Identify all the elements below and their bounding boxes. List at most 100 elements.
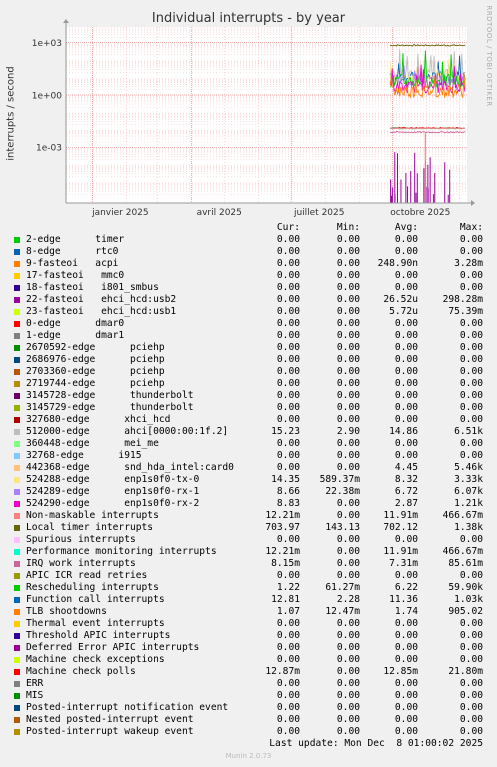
legend-cur: 0.00 — [276, 450, 300, 461]
legend-swatch — [14, 357, 20, 363]
legend-min: 0.00 — [336, 306, 360, 317]
legend-swatch — [14, 657, 20, 663]
legend-max: 0.00 — [459, 438, 483, 449]
legend: Cur: Min: Avg: Max: 2-edge timer 0.00 0.00… — [0, 222, 497, 738]
legend-max: 3.28m — [454, 258, 483, 269]
legend-max: 0.00 — [459, 282, 483, 293]
legend-swatch — [14, 561, 20, 567]
legend-avg: 6.22 — [394, 582, 418, 593]
legend-max: 466.67m — [442, 546, 483, 557]
legend-row: Performance monitoring interrupts 12.21m 0… — [0, 546, 497, 558]
legend-max: 0.00 — [459, 414, 483, 425]
legend-min: 0.00 — [336, 702, 360, 713]
legend-row: 360448-edge mei_me 0.00 0.00 0.00 0.00 — [0, 438, 497, 450]
legend-avg: 12.85m — [383, 666, 418, 677]
header-max: Max: — [459, 222, 483, 233]
legend-row: 22-fasteoi ehci_hcd:usb2 0.00 0.00 26.52u 29… — [0, 294, 497, 306]
last-update: Last update: Mon Dec 8 01:00:02 2025 — [269, 738, 483, 749]
y-axis-label: interrupts / second — [5, 66, 17, 161]
legend-avg: 1.74 — [394, 606, 418, 617]
legend-avg: 0.00 — [394, 414, 418, 425]
legend-swatch — [14, 405, 20, 411]
legend-swatch — [14, 705, 20, 711]
legend-row: APIC ICR read retries 0.00 0.00 0.00 0.00 — [0, 570, 497, 582]
legend-max: 0.00 — [459, 342, 483, 353]
legend-row: Thermal event interrupts 0.00 0.00 0.00 0.00 — [0, 618, 497, 630]
legend-swatch — [14, 549, 20, 555]
legend-swatch — [14, 645, 20, 651]
legend-max: 6.07k — [454, 486, 483, 497]
legend-swatch — [14, 513, 20, 519]
legend-series-name: Deferred Error APIC interrupts — [26, 642, 200, 653]
legend-cur: 0.00 — [276, 330, 300, 341]
legend-avg: 0.00 — [394, 342, 418, 353]
legend-avg: 0.00 — [394, 270, 418, 281]
legend-cur: 0.00 — [276, 462, 300, 473]
legend-max: 0.00 — [459, 390, 483, 401]
legend-row: 8-edge rtc0 0.00 0.00 0.00 0.00 — [0, 246, 497, 258]
legend-series-name: 524288-edge enp1s0f0-tx-0 — [26, 474, 200, 485]
legend-avg: 0.00 — [394, 246, 418, 257]
legend-avg: 0.00 — [394, 438, 418, 449]
legend-cur: 0.00 — [276, 570, 300, 581]
legend-swatch — [14, 321, 20, 327]
legend-max: 0.00 — [459, 330, 483, 341]
legend-swatch — [14, 465, 20, 471]
legend-swatch — [14, 717, 20, 723]
legend-row: 9-fasteoi acpi 0.00 0.00 248.90n 3.28m — [0, 258, 497, 270]
legend-series-name: 18-fasteoi i801_smbus — [26, 282, 159, 293]
legend-min: 0.00 — [336, 402, 360, 413]
legend-row: Machine check polls 12.87m 0.00 12.85m 21.80… — [0, 666, 497, 678]
legend-series-name: Thermal event interrupts — [26, 618, 165, 629]
legend-swatch — [14, 537, 20, 543]
legend-avg: 0.00 — [394, 618, 418, 629]
legend-max: 1.21k — [454, 498, 483, 509]
legend-max: 0.00 — [459, 402, 483, 413]
legend-avg: 0.00 — [394, 654, 418, 665]
legend-max: 0.00 — [459, 234, 483, 245]
legend-min: 0.00 — [336, 246, 360, 257]
legend-cur: 0.00 — [276, 258, 300, 269]
legend-row: 3145728-edge thunderbolt 0.00 0.00 0.00 0.00 — [0, 390, 497, 402]
legend-cur: 0.00 — [276, 678, 300, 689]
legend-swatch — [14, 309, 20, 315]
legend-series-name: 1-edge dmar1 — [26, 330, 125, 341]
legend-swatch — [14, 429, 20, 435]
legend-swatch — [14, 249, 20, 255]
legend-avg: 0.00 — [394, 714, 418, 725]
legend-cur: 0.00 — [276, 366, 300, 377]
legend-swatch — [14, 597, 20, 603]
legend-avg: 0.00 — [394, 702, 418, 713]
legend-cur: 0.00 — [276, 438, 300, 449]
legend-swatch — [14, 369, 20, 375]
legend-series-name: 360448-edge mei_me — [26, 438, 159, 449]
legend-cur: 0.00 — [276, 234, 300, 245]
legend-max: 298.28m — [442, 294, 483, 305]
legend-cur: 0.00 — [276, 534, 300, 545]
legend-min: 0.00 — [336, 450, 360, 461]
legend-swatch — [14, 729, 20, 735]
legend-series-name: 23-fasteoi ehci_hcd:usb1 — [26, 306, 177, 317]
legend-min: 0.00 — [336, 558, 360, 569]
header-avg: Avg: — [394, 222, 418, 233]
x-tick-label: avril 2025 — [197, 208, 242, 218]
legend-max: 85.61m — [448, 558, 483, 569]
legend-max: 0.00 — [459, 534, 483, 545]
legend-rows: 2-edge timer 0.00 0.00 0.00 0.00 8-edge rtc0 0… — [0, 234, 497, 738]
legend-swatch — [14, 381, 20, 387]
legend-row: 2703360-edge pciehp 0.00 0.00 0.00 0.00 — [0, 366, 497, 378]
legend-cur: 0.00 — [276, 630, 300, 641]
legend-row: Nested posted-interrupt event 0.00 0.00 0.0… — [0, 714, 497, 726]
legend-row: Spurious interrupts 0.00 0.00 0.00 0.00 — [0, 534, 497, 546]
legend-avg: 0.00 — [394, 318, 418, 329]
legend-row: 2686976-edge pciehp 0.00 0.00 0.00 0.00 — [0, 354, 497, 366]
legend-cur: 0.00 — [276, 282, 300, 293]
legend-series-name: Threshold APIC interrupts — [26, 630, 171, 641]
legend-row: 442368-edge snd_hda_intel:card0 0.00 0.00 4… — [0, 462, 497, 474]
legend-swatch — [14, 477, 20, 483]
legend-avg: 11.36 — [389, 594, 418, 605]
rrdtool-credit: RRDTOOL / TOBI OETIKER — [485, 5, 493, 107]
legend-max: 0.00 — [459, 630, 483, 641]
legend-series-name: 9-fasteoi acpi — [26, 258, 119, 269]
legend-series-name: Posted-interrupt wakeup event — [26, 726, 194, 737]
